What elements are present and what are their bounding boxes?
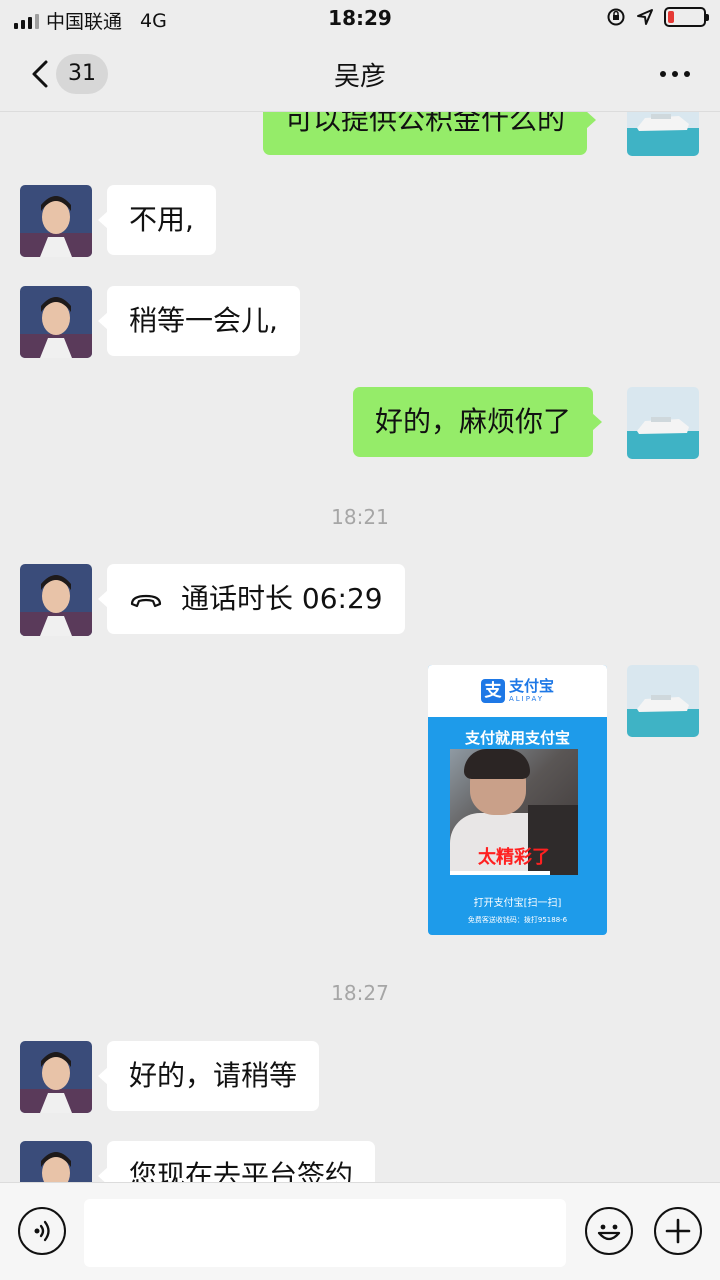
orientation-lock-icon [607, 8, 625, 26]
alipay-brand-en: ALIPAY [508, 695, 545, 703]
avatar-self[interactable] [627, 112, 699, 156]
alipay-small-text: 免费客送收钱码：拨打95188-6 [467, 916, 568, 924]
avatar-self[interactable] [627, 665, 699, 737]
avatar-self[interactable] [627, 387, 699, 459]
meme-caption: 太精彩了 [478, 847, 550, 868]
location-icon [637, 9, 653, 25]
alipay-brand: 支付宝 ALIPAY [509, 679, 554, 703]
alipay-header: 支 支付宝 ALIPAY [428, 665, 607, 717]
emoji-icon [597, 1224, 621, 1241]
battery-icon [664, 7, 709, 27]
message-incoming[interactable]: 您现在去平台签约 [97, 1141, 376, 1182]
timestamp: 18:27 [331, 981, 389, 1005]
avatar-contact[interactable] [20, 286, 92, 358]
meme-photo: 太精彩了 [450, 749, 578, 875]
message-list[interactable]: 可以提供公积金什么的 不用, 稍等一会儿, 好的，麻烦你了 18:21 通话时长… [0, 112, 720, 1182]
message-incoming[interactable]: 不用, [98, 185, 216, 255]
emoji-button[interactable] [585, 1207, 633, 1255]
more-options-icon[interactable] [660, 71, 690, 77]
alipay-slogan: 支付就用支付宝 [464, 729, 570, 747]
input-bar [0, 1182, 720, 1280]
avatar-contact[interactable] [20, 1041, 92, 1113]
chat-title: 吴彦 [333, 62, 386, 92]
alipay-brand-name: 支付宝 [508, 677, 554, 695]
avatar-contact[interactable] [20, 1141, 92, 1182]
call-record-message[interactable]: 通话时长 06:29 [98, 564, 405, 634]
message-incoming[interactable]: 稍等一会儿, [98, 286, 300, 356]
message-outgoing[interactable]: 好的，麻烦你了 [353, 387, 603, 457]
alipay-logo-icon: 支 [480, 679, 505, 703]
call-duration-text: 通话时长 06:29 [181, 582, 383, 615]
chat-header: 31 吴彦 [0, 36, 720, 112]
phone-hangup-icon [130, 594, 162, 608]
plus-icon [665, 1218, 691, 1244]
avatar-contact[interactable] [20, 564, 92, 636]
status-right [606, 7, 709, 27]
voice-icon [34, 1220, 50, 1242]
message-incoming[interactable]: 好的，请稍等 [97, 1041, 320, 1111]
alipay-open-text: 打开支付宝[扫一扫] [473, 898, 562, 909]
battery-fill [668, 11, 674, 23]
status-bar: 中国联通 4G 18:29 [0, 0, 720, 36]
more-functions-button[interactable] [654, 1207, 702, 1255]
timestamp: 18:21 [331, 505, 389, 529]
message-outgoing[interactable]: 可以提供公积金什么的 [263, 112, 597, 155]
avatar-contact[interactable] [20, 185, 92, 257]
alipay-image-message[interactable]: 支 支付宝 ALIPAY 支付就用支付宝 太精彩了 打开支付宝[扫一扫] 免费客… [428, 665, 607, 935]
message-text-input[interactable] [84, 1199, 566, 1267]
voice-input-button[interactable] [18, 1207, 66, 1255]
